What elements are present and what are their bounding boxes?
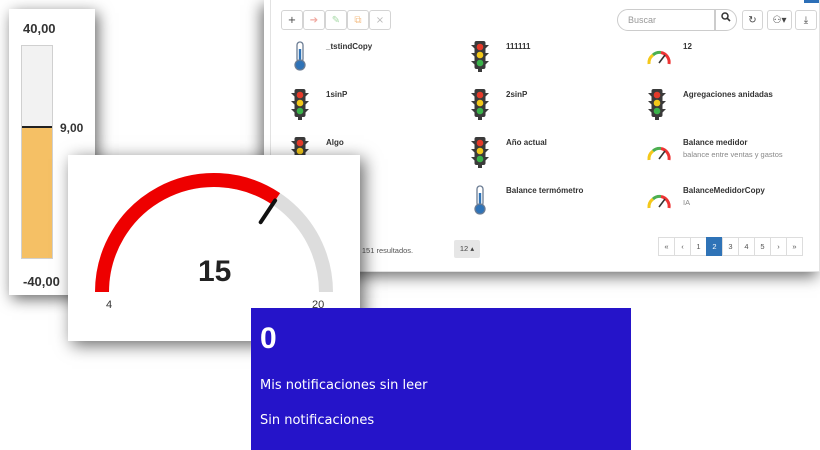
list-item[interactable]: _tstindCopy [289, 40, 439, 74]
gauge-needle [258, 198, 278, 225]
list-item-subtitle: IA [683, 198, 691, 207]
list-item[interactable]: 1sinP [289, 88, 439, 122]
user-menu-button[interactable]: ⚇▾ [767, 10, 792, 30]
delete-button[interactable]: × [369, 10, 391, 30]
search-button[interactable] [715, 9, 737, 31]
bar-fill [22, 127, 52, 258]
search-input[interactable]: Buscar [617, 9, 715, 31]
add-button[interactable]: + [281, 10, 303, 30]
list-item[interactable]: 2sinP [469, 88, 619, 122]
bar-track [21, 45, 53, 259]
list-item[interactable]: 111111 [469, 40, 619, 74]
run-button[interactable]: ➔ [303, 10, 325, 30]
gauge-value-arc [95, 173, 281, 293]
page-link[interactable]: « [658, 237, 675, 256]
traffic-light-icon [469, 136, 491, 168]
traffic-light-icon [469, 40, 491, 72]
page-link[interactable]: » [786, 237, 803, 256]
page-link[interactable]: 1 [690, 237, 707, 256]
copy-button[interactable]: ⧉ [347, 10, 369, 30]
gauge-value: 15 [198, 255, 232, 288]
search-icon [721, 12, 731, 22]
notifications-empty-text: Sin notificaciones [260, 413, 375, 428]
list-item-title: Agregaciones anidadas [683, 90, 773, 99]
notifications-title: Mis notificaciones sin leer [260, 378, 428, 393]
list-item[interactable]: Año actual [469, 136, 619, 170]
list-item-subtitle: balance entre ventas y gastos [683, 150, 783, 159]
thermometer-icon [289, 40, 311, 72]
page-link[interactable]: ‹ [674, 237, 691, 256]
thermometer-icon [469, 184, 491, 216]
list-item-title: 2sinP [506, 90, 528, 99]
traffic-light-icon [646, 88, 668, 120]
list-item-title: Balance medidor [683, 138, 748, 147]
gauge-icon [646, 136, 671, 168]
list-item-title: BalanceMedidorCopy [683, 186, 765, 195]
traffic-light-icon [289, 88, 311, 120]
refresh-button[interactable]: ↻ [742, 10, 763, 30]
page-link[interactable]: 2 [706, 237, 723, 256]
bar-min-label: -40,00 [23, 274, 60, 289]
notification-count: 0 [260, 322, 277, 355]
list-item[interactable]: 12 [646, 40, 796, 74]
notifications-widget: 0 Mis notificaciones sin leer Sin notifi… [251, 308, 631, 450]
edit-button[interactable]: ✎ [325, 10, 347, 30]
list-item-title: Balance termómetro [506, 186, 584, 195]
list-item-title: 12 [683, 42, 692, 51]
page-size-select[interactable]: 12 ▴ [454, 240, 480, 258]
list-item-title: Año actual [506, 138, 547, 147]
pagination: «‹ 1 2 3 4 5 ›» [658, 237, 803, 256]
bar-value-marker [22, 126, 52, 128]
page-link[interactable]: 5 [754, 237, 771, 256]
gauge-icon [646, 184, 671, 216]
list-item-title: _tstindCopy [326, 42, 373, 51]
list-item[interactable]: Balance medidor balance entre ventas y ga… [646, 136, 796, 170]
page-link[interactable]: 3 [722, 237, 739, 256]
list-item-title: 111111 [506, 42, 531, 51]
download-button[interactable]: ⤓ [795, 10, 817, 30]
list-item-title: 1sinP [326, 90, 348, 99]
gauge-icon [646, 40, 671, 72]
gauge-min-label: 4 [106, 299, 113, 311]
list-item-title: Algo [326, 138, 344, 147]
traffic-light-icon [469, 88, 491, 120]
page-link[interactable]: › [770, 237, 787, 256]
bar-max-label: 40,00 [23, 21, 56, 36]
list-item[interactable]: Balance termómetro [469, 184, 619, 218]
bar-current-label: 9,00 [60, 121, 84, 135]
list-item[interactable]: Agregaciones anidadas [646, 88, 796, 122]
page-link[interactable]: 4 [738, 237, 755, 256]
list-item[interactable]: BalanceMedidorCopy IA [646, 184, 796, 218]
